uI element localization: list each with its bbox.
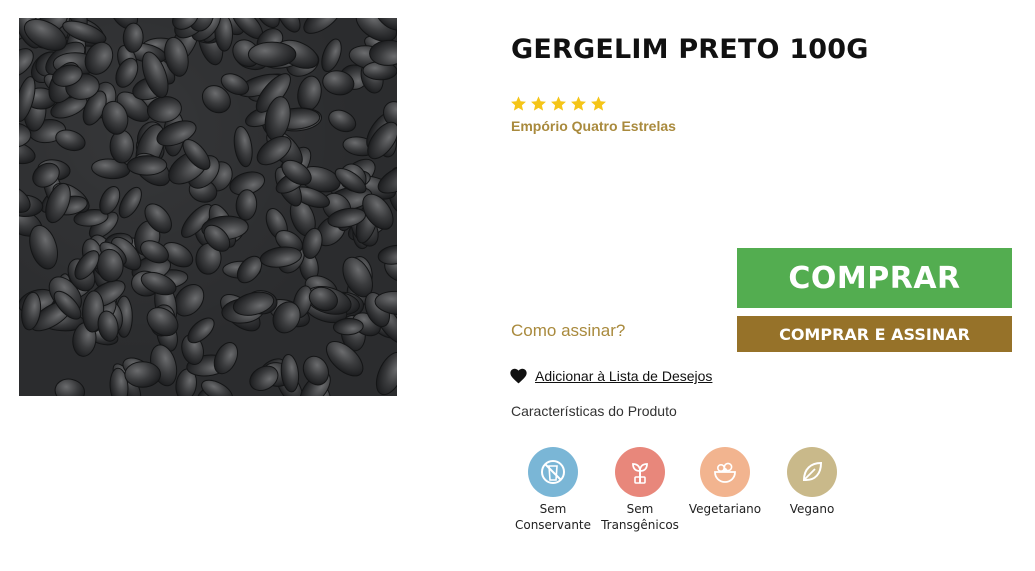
sesame-seed [118, 186, 142, 219]
product-image[interactable] [19, 18, 397, 396]
sesame-seed [233, 126, 253, 168]
star-icon [551, 96, 566, 111]
sesame-seed [124, 361, 161, 388]
sesame-seed [126, 155, 168, 176]
feature-badge [615, 447, 665, 497]
sesame-seed [303, 18, 342, 34]
sesame-seed [247, 41, 297, 68]
product-title: GERGELIM PRETO 100G [511, 34, 869, 65]
feature-non-gmo: Sem Transgênicos [595, 447, 685, 533]
sesame-seed [377, 244, 397, 265]
sesame-seed [321, 38, 342, 73]
feature-badge [528, 447, 578, 497]
feature-label-line1: Sem [626, 502, 654, 516]
black-sesame-seeds-photo [19, 18, 397, 396]
feature-label-line1: Vegetariano [688, 502, 762, 516]
no-preservatives-icon [541, 460, 565, 484]
feature-no-preservatives: Sem Conservante [508, 447, 598, 533]
buy-button[interactable]: COMPRAR [737, 248, 1012, 308]
leaf-icon [802, 461, 823, 481]
feature-label-line2: Conservante [514, 518, 592, 532]
star-icon [531, 96, 546, 111]
wishlist-link[interactable]: Adicionar à Lista de Desejos [510, 368, 712, 384]
sesame-seed [109, 129, 135, 164]
feature-label-line1: Sem [539, 502, 567, 516]
sesame-seed [328, 109, 357, 133]
feature-label-line2: Transgênicos [601, 518, 679, 532]
wishlist-label[interactable]: Adicionar à Lista de Desejos [535, 368, 712, 384]
sesame-seed [122, 22, 144, 53]
feature-badge [787, 447, 837, 497]
sesame-seed [54, 378, 85, 396]
sesame-seed [375, 351, 397, 396]
sesame-seed [297, 75, 322, 112]
feature-badge [700, 447, 750, 497]
sprout-icon [632, 463, 648, 484]
star-icon [511, 96, 526, 111]
rating-stars [510, 95, 607, 112]
features-title: Características do Produto [511, 403, 677, 419]
feature-vegan: Vegano [767, 447, 857, 517]
brand-name[interactable]: Empório Quatro Estrelas [511, 118, 676, 134]
buy-and-subscribe-button[interactable]: COMPRAR E ASSINAR [737, 316, 1012, 352]
star-icon [591, 96, 606, 111]
star-icon [571, 96, 586, 111]
feature-label-line1: Vegano [789, 502, 835, 516]
salad-bowl-icon [714, 462, 736, 483]
feature-vegetarian: Vegetariano [680, 447, 770, 517]
how-to-subscribe-link[interactable]: Como assinar? [511, 321, 625, 341]
heart-icon [510, 368, 527, 384]
